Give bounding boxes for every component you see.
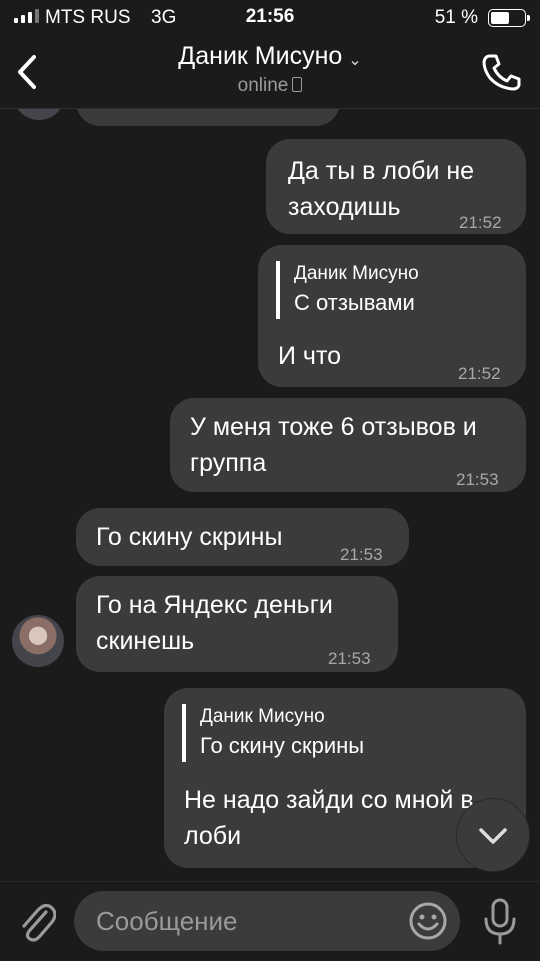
phone-call-icon[interactable] [480,52,522,92]
reply-author: Даник Мисуно [200,706,325,727]
contact-avatar[interactable] [12,615,64,667]
quoted-reply[interactable]: Даник Мисуно Го скину скрины [182,704,364,762]
online-status-label: online [237,75,289,96]
reply-author: Даник Мисуно [294,263,419,284]
online-status: online [0,75,540,97]
battery-icon [488,9,530,27]
incoming-message[interactable]: Го на Яндекс деньги скинешь 21:53 [76,576,398,672]
message-time: 21:52 [459,213,502,232]
message-time: 21:53 [328,649,371,668]
contact-name: Даник Мисуно [178,42,343,70]
status-bar: MTS RUS 3G 21:56 51 % [0,0,540,36]
message-time: 21:53 [340,545,383,564]
quoted-reply[interactable]: Даник Мисуно С отзывами [276,261,419,319]
battery-percent: 51 % [434,7,478,28]
message-composer [0,881,540,961]
message-list[interactable]: Да ты в лоби не заходишь 21:52 Даник Мис… [0,108,540,881]
reply-text: С отзывами [294,290,415,315]
mobile-device-icon [292,77,303,92]
paperclip-icon[interactable] [16,898,56,944]
outgoing-reply-message[interactable]: Даник Мисуно С отзывами И что 21:52 [258,245,526,387]
message-time: 21:52 [458,364,501,383]
chevron-down-icon: ⌄ [348,51,362,69]
microphone-icon[interactable] [480,897,520,947]
message-input[interactable] [74,891,460,951]
contact-avatar [13,108,65,120]
chat-header: Даник Мисуно ⌄ online [0,36,540,109]
contact-info[interactable]: Даник Мисуно ⌄ online [0,42,540,97]
emoji-icon[interactable] [408,901,448,941]
message-text: И что [278,342,342,370]
message-time: 21:53 [456,470,499,489]
incoming-message[interactable]: Го скину скрины 21:53 [76,508,409,566]
reply-text: Го скину скрины [200,733,365,758]
scroll-to-bottom-button[interactable] [456,798,530,872]
outgoing-message[interactable]: У меня тоже 6 отзывов и группа 21:53 [170,398,526,492]
chevron-down-icon [479,828,507,844]
outgoing-message[interactable]: Да ты в лоби не заходишь 21:52 [266,139,526,234]
message-bubble-partial [76,108,340,126]
